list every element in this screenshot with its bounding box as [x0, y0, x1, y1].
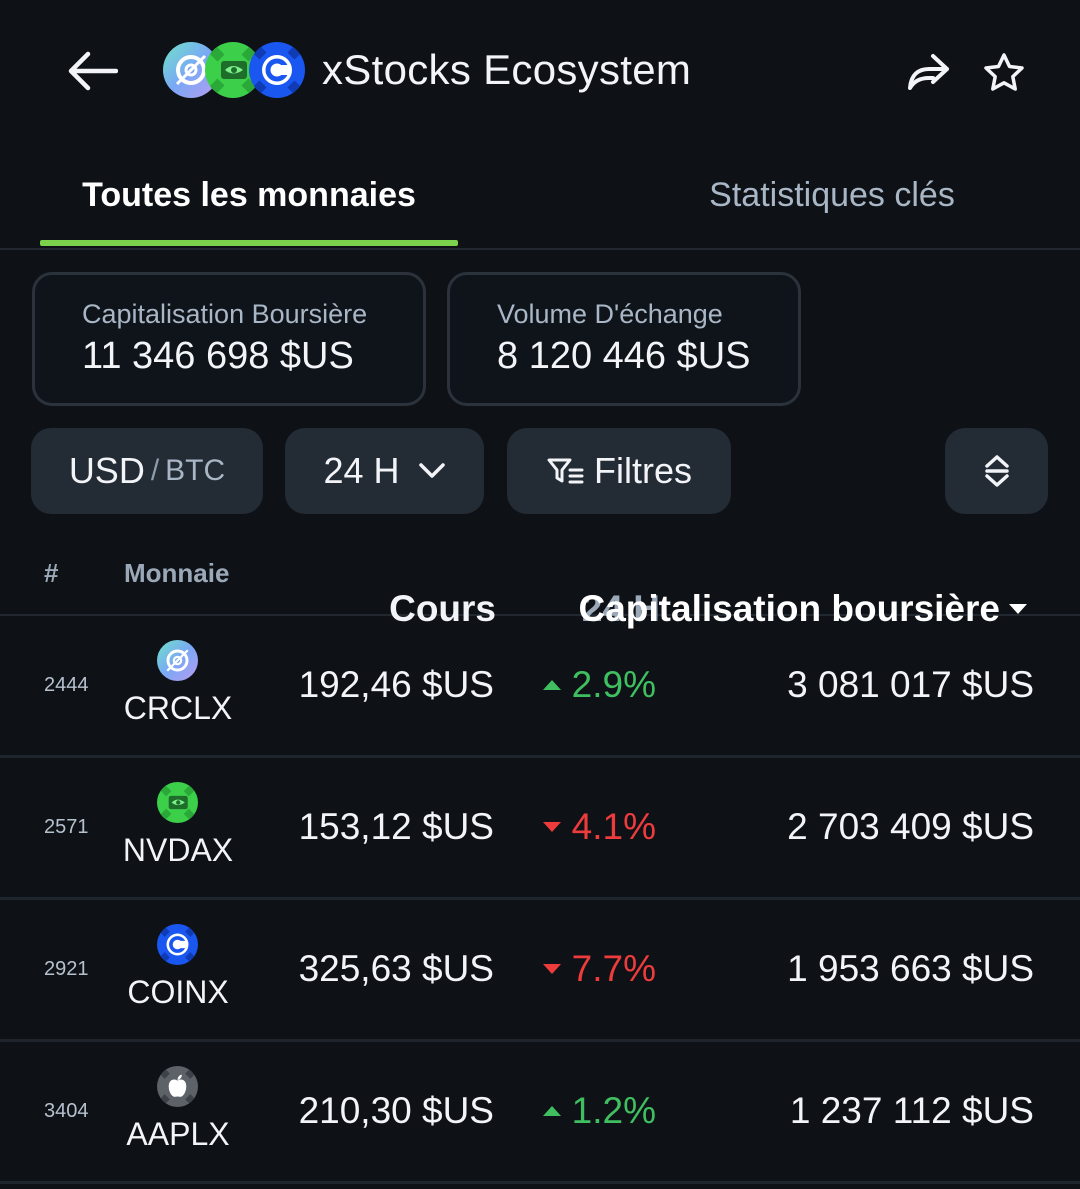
currency-usd[interactable]: USD: [69, 450, 145, 492]
row-rank: 3404: [44, 1100, 89, 1122]
row-change: 1.2%: [542, 1090, 656, 1132]
row-price: 153,12 $US: [298, 806, 494, 847]
row-change-value: 7.7%: [571, 948, 656, 989]
row-change-value: 1.2%: [571, 1090, 656, 1131]
market-cap-label: Capitalisation Boursière: [82, 299, 368, 329]
currency-separator: /: [150, 454, 160, 487]
chevron-down-icon: [418, 463, 445, 478]
row-market-cap: 1 953 663 $US: [787, 948, 1034, 989]
tab-bar: Toutes les monnaies Statistiques clés: [0, 150, 1080, 250]
nvdax-logo: [157, 782, 198, 823]
currency-toggle[interactable]: USD / BTC: [31, 428, 263, 514]
row-change: 7.7%: [542, 948, 656, 990]
triangle-down-icon: [542, 822, 561, 832]
currency-btc[interactable]: BTC: [165, 454, 225, 488]
active-tab-indicator: [40, 240, 458, 246]
filters-button[interactable]: Filtres: [507, 428, 731, 514]
table-row[interactable]: 3404 AAPLX 210,30 $US 1.2% 1 237 112 $US: [0, 1042, 1080, 1184]
back-button[interactable]: [62, 46, 122, 96]
table-row[interactable]: 2444 CRCLX 192,46 $US 2.9% 3 081 017 $US: [0, 616, 1080, 758]
favorite-button[interactable]: [976, 46, 1032, 98]
row-symbol: NVDAX: [122, 832, 234, 868]
row-market-cap: 3 081 017 $US: [787, 664, 1034, 705]
row-rank: 2571: [44, 816, 89, 838]
market-cap-value: 11 346 698 $US: [82, 335, 354, 377]
header-coin[interactable]: Monnaie: [124, 558, 229, 589]
period-dropdown[interactable]: 24 H: [285, 428, 484, 514]
row-change: 2.9%: [542, 664, 656, 706]
row-symbol: CRCLX: [123, 690, 233, 726]
coinx-logo: [157, 924, 198, 965]
star-icon: [984, 53, 1024, 91]
ecosystem-logos: [163, 42, 305, 98]
filters-label: Filtres: [594, 450, 692, 491]
row-rank: 2921: [44, 958, 89, 980]
sort-up-down-icon: [984, 455, 1009, 487]
triangle-down-icon: [542, 964, 561, 974]
triangle-up-icon: [542, 1106, 561, 1116]
row-price: 192,46 $US: [298, 664, 494, 705]
table-row[interactable]: 2921 COINX 325,63 $US 7.7% 1 953 663 $US: [0, 900, 1080, 1042]
coin-list: 2444 CRCLX 192,46 $US 2.9% 3 081 017 $US: [0, 616, 1080, 1184]
row-symbol: COINX: [127, 974, 229, 1010]
top-bar: xStocks Ecosystem: [0, 0, 1080, 140]
header-rank: #: [44, 558, 59, 588]
row-change-value: 2.9%: [571, 664, 656, 705]
row-symbol: AAPLX: [126, 1116, 230, 1152]
row-rank: 2444: [44, 674, 89, 696]
period-label: 24 H: [323, 450, 400, 491]
share-icon: [908, 54, 949, 90]
row-change: 4.1%: [542, 806, 656, 848]
row-market-cap: 2 703 409 $US: [787, 806, 1034, 847]
page-title: xStocks Ecosystem: [322, 46, 692, 93]
row-price: 210,30 $US: [298, 1090, 494, 1131]
crclx-logo: [157, 640, 198, 681]
arrow-left-icon: [68, 51, 118, 91]
row-change-value: 4.1%: [571, 806, 656, 847]
sort-button[interactable]: [945, 428, 1048, 514]
tab-key-statistics[interactable]: Statistiques clés: [640, 172, 1024, 218]
triangle-up-icon: [542, 680, 561, 690]
table-header: # Monnaie Cours 24 H Capitalisation bour…: [0, 540, 1080, 629]
table-row[interactable]: 2571 NVDAX 153,12 $US 4.1% 2 703 409 $US: [0, 758, 1080, 900]
share-button[interactable]: [900, 46, 956, 98]
row-market-cap: 1 237 112 $US: [789, 1090, 1034, 1131]
aaplx-logo: [157, 1066, 198, 1107]
caret-down-icon: [1009, 604, 1027, 614]
row-price: 325,63 $US: [298, 948, 494, 989]
filter-icon: [547, 458, 584, 484]
volume-label: Volume D'échange: [497, 299, 723, 329]
coinx-logo: [249, 42, 305, 98]
volume-value: 8 120 446 $US: [497, 335, 751, 377]
market-cap-card: Capitalisation Boursière 11 346 698 $US: [32, 272, 426, 406]
tab-all-coins[interactable]: Toutes les monnaies: [40, 172, 458, 218]
volume-card: Volume D'échange 8 120 446 $US: [447, 272, 801, 406]
